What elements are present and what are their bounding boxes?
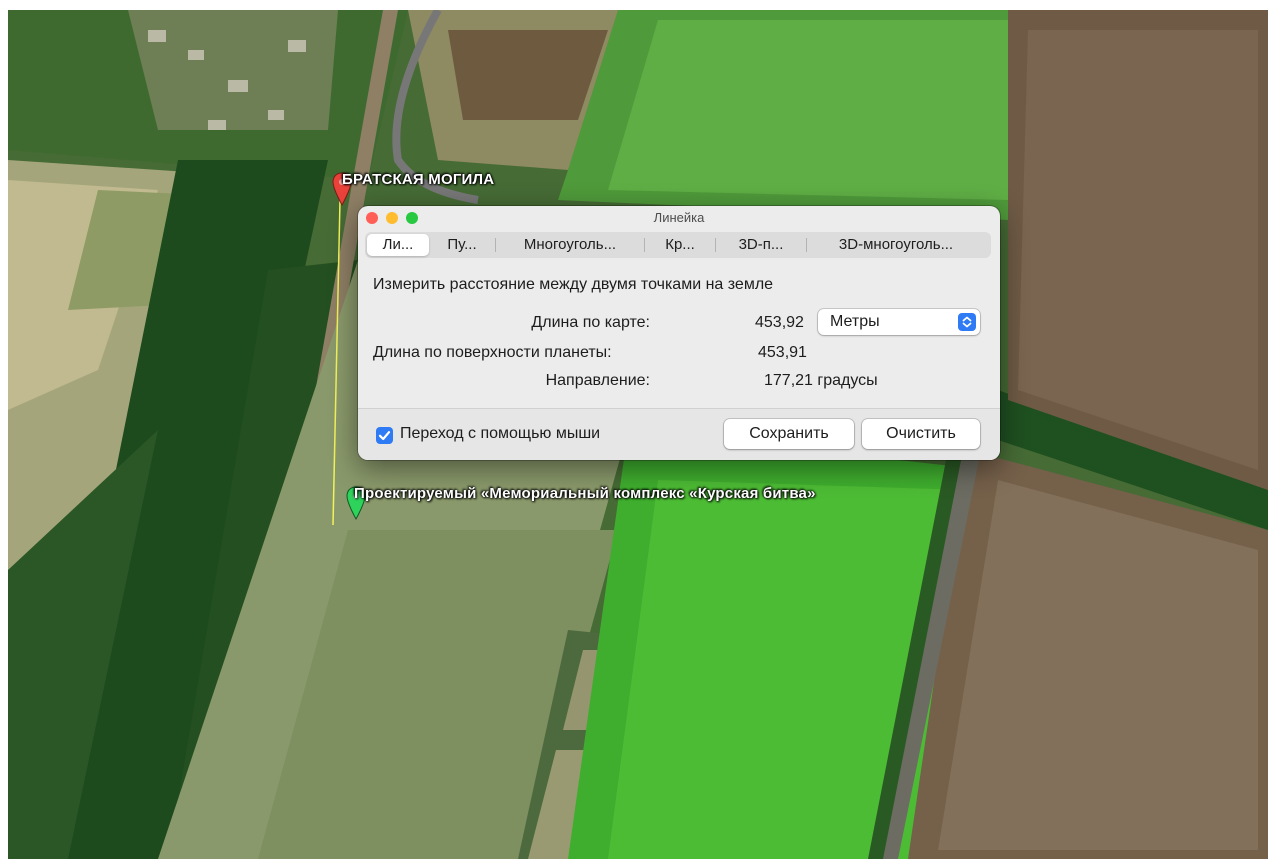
save-button[interactable]: Сохранить [724,419,854,449]
placemark-label-memorial[interactable]: Проектируемый «Мемориальный комплекс «Ку… [354,485,816,502]
clear-button[interactable]: Очистить [862,419,980,449]
dialog-footer: Переход с помощью мыши Сохранить Очистит… [358,408,1000,460]
placemark-label-bratskaya-mogila[interactable]: БРАТСКАЯ МОГИЛА [342,171,494,188]
surface-length-value: 453,91 [758,344,807,361]
screenshot-frame: БРАТСКАЯ МОГИЛА Проектируемый «Мемориаль… [0,0,1268,859]
title-bar[interactable]: Линейка [358,206,1000,228]
tab-circle[interactable]: Кр... [645,234,715,256]
ruler-dialog: Линейка Ли... Пу... Многоуголь... Кр... … [358,206,1000,460]
tab-polygon[interactable]: Многоуголь... [496,234,644,256]
map-length-label: Длина по карте: [531,314,650,331]
map-length-value: 453,92 [755,314,804,331]
units-select-value: Метры [830,313,880,330]
mouse-navigation-checkbox[interactable] [376,427,393,444]
units-select[interactable]: Метры [818,309,980,335]
measure-tabs: Ли... Пу... Многоуголь... Кр... 3D-п... … [365,232,991,258]
tab-3d-polygon[interactable]: 3D-многоуголь... [807,234,985,256]
tab-path[interactable]: Пу... [429,234,495,256]
chevron-up-down-icon [958,313,976,331]
checkmark-icon [378,431,391,441]
window-title: Линейка [653,210,705,225]
surface-length-label: Длина по поверхности планеты: [373,344,612,361]
tab-3d-path[interactable]: 3D-п... [716,234,806,256]
tab-line[interactable]: Ли... [367,234,429,256]
description-text: Измерить расстояние между двумя точками … [373,276,774,293]
mouse-navigation-label[interactable]: Переход с помощью мыши [400,425,600,443]
heading-label: Направление: [545,372,650,389]
heading-value: 177,21 градусы [764,372,878,389]
